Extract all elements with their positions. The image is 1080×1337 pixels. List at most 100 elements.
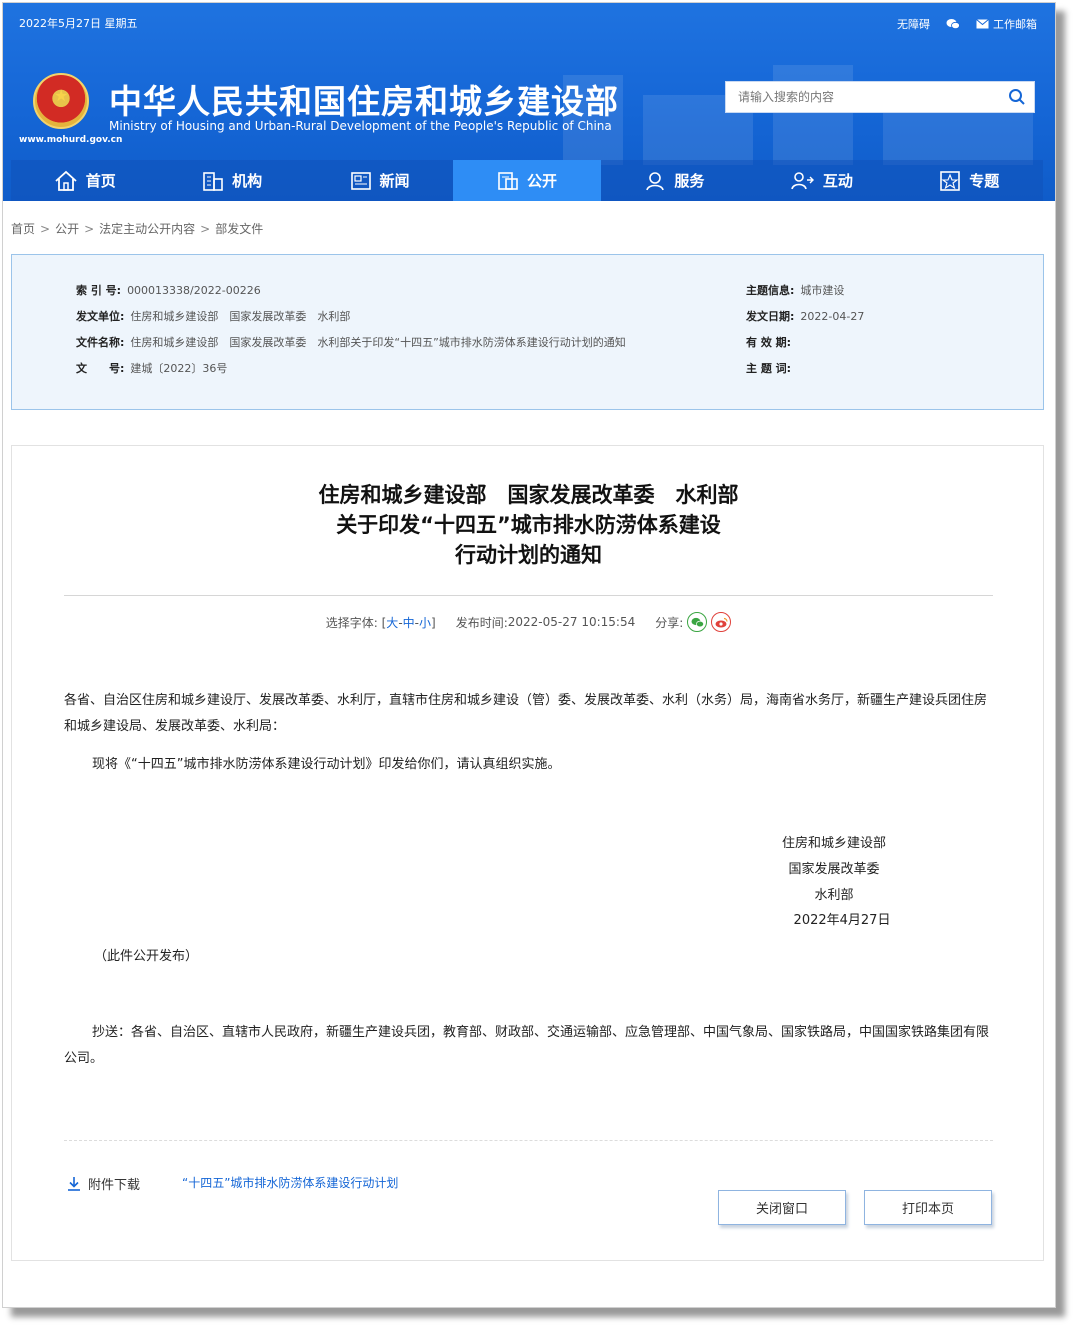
mail-link[interactable]: 工作邮箱 [976,16,1037,32]
info-value: 住房和城乡建设部 国家发展改革委 水利部关于印发“十四五”城市排水防涝体系建设行… [130,336,626,349]
home-icon [55,170,77,191]
document-info-box: 索 引 号: 000013338/2022-00226 发文单位: 住房和城乡建设部… [11,254,1044,410]
close-window-button[interactable]: 关闭窗口 [718,1190,846,1225]
search-icon [1009,89,1025,105]
breadcrumb-separator: > [200,222,211,236]
main-nav: 首页 机构 新闻 公开 服务 互动 专题 [11,160,1043,201]
info-value: 住房和城乡建设部 国家发展改革委 水利部 [130,310,351,323]
article-title-line: 行动计划的通知 [455,543,602,567]
nav-label: 首页 [85,172,116,190]
attachment-link[interactable]: “十四五”城市排水防涝体系建设行动计划 [182,1174,398,1191]
mail-icon [976,19,989,29]
user-service-icon [646,171,665,190]
info-label: 索 引 号: [76,284,122,297]
nav-item-home[interactable]: 首页 [11,160,158,201]
nav-label: 新闻 [379,172,410,190]
nav-label: 公开 [526,172,557,190]
breadcrumb-public[interactable]: 公开 [55,222,79,236]
info-label: 发文单位: [76,310,125,323]
info-document-name: 文件名称: 住房和城乡建设部 国家发展改革委 水利部关于印发“十四五”城市排水防涝… [76,334,626,350]
article-panel: 住房和城乡建设部 国家发展改革委 水利部 关于印发“十四五”城市排水防涝体系建设… [11,445,1044,1261]
download-icon [68,1176,80,1191]
publish-time: 2022-05-27 10:15:54 [507,615,636,629]
signature-line: 水利部 [814,888,854,903]
search-box [725,81,1035,113]
site-subtitle: Ministry of Housing and Urban-Rural Deve… [109,119,612,133]
title-divider [64,595,993,596]
header-date: 2022年5月27日 星期五 [19,17,138,30]
header-links: 无障碍 工作邮箱 [897,16,1037,32]
site-title: 中华人民共和国住房和城乡建设部 [109,82,619,121]
info-label: 主题信息: [746,284,795,297]
accessibility-link[interactable]: 无障碍 [897,16,930,32]
font-size-selector: 选择字体: [大-中-小] [326,614,436,631]
info-label: 文件名称: [76,336,125,349]
news-icon [350,171,371,190]
signature-line: 住房和城乡建设部 [781,836,886,851]
nav-item-news[interactable]: 新闻 [306,160,453,201]
info-keywords: 主 题 词: [746,360,797,376]
attachment-label: 附件下载 [66,1174,140,1193]
site-header: 2022年5月27日 星期五 无障碍 工作邮箱 中华人民共和国住房和城乡建设部 [3,3,1055,201]
info-label: 主 题 词: [746,362,792,375]
attachment-label-text: 附件下载 [88,1178,141,1193]
nav-item-public[interactable]: 公开 [453,160,601,201]
breadcrumb-separator: > [40,222,51,236]
public-note: （此件公开发布） [94,949,199,964]
font-medium-link[interactable]: 中 [403,616,415,630]
weibo-icon [715,617,728,627]
info-value: 000013338/2022-00226 [127,284,261,297]
breadcrumb-current[interactable]: 部发文件 [215,222,263,236]
info-topic: 主题信息: 城市建设 [746,282,844,298]
header-building-graphic [883,105,1033,165]
search-button[interactable] [1000,82,1034,112]
nav-label: 机构 [232,172,263,190]
info-doc-number: 文 号: 建城〔2022〕36号 [76,360,227,376]
nav-label: 互动 [822,172,853,190]
font-large-link[interactable]: 大 [386,616,398,630]
star-icon [940,170,961,191]
nav-item-interaction[interactable]: 互动 [748,160,895,201]
share-weibo-button[interactable] [711,612,732,632]
wechat-icon [691,617,704,627]
search-input[interactable] [726,90,1000,104]
nav-label: 专题 [969,172,1000,190]
publish-label: 发布时间: [455,615,508,630]
building-icon [203,171,223,191]
share-label: 分享: [655,615,684,630]
national-emblem-logo [33,73,89,129]
print-page-button[interactable]: 打印本页 [864,1190,992,1225]
info-label: 有 效 期: [746,336,792,349]
nav-item-organization[interactable]: 机构 [158,160,305,201]
accessibility-label: 无障碍 [897,18,930,31]
breadcrumb-home[interactable]: 首页 [11,222,35,236]
article-cc: 抄送：各省、自治区、直辖市人民政府，新疆生产建设兵团，教育部、财政部、交通运输部… [64,1025,990,1066]
info-date: 发文日期: 2022-04-27 [746,308,864,324]
info-validity: 有 效 期: [746,334,797,350]
info-value: 2022-04-27 [800,310,865,323]
info-value: 建城〔2022〕36号 [130,362,228,375]
nav-item-topics[interactable]: 专题 [896,160,1043,201]
font-bracket: ] [431,615,436,630]
breadcrumb: 首页 > 公开 > 法定主动公开内容 > 部发文件 [11,220,263,237]
wechat-link[interactable] [946,18,960,30]
font-small-link[interactable]: 小 [419,616,431,630]
article-title-line: 住房和城乡建设部 国家发展改革委 水利部 [318,483,739,507]
article-meta: 选择字体: [大-中-小] 发布时间: 2022-05-27 10:15:54 … [12,612,1045,632]
mail-label: 工作邮箱 [993,18,1037,31]
info-value: 城市建设 [800,284,845,297]
font-select-label: 选择字体: [325,615,378,630]
header-building-graphic [773,65,853,165]
article-recipients: 各省、自治区住房和城乡建设厅、发展改革委、水利厅，直辖市住房和城乡建设（管）委、… [64,693,988,734]
site-url: www.mohurd.gov.cn [19,135,123,145]
interact-icon [791,171,814,189]
wechat-icon [946,19,960,30]
nav-item-service[interactable]: 服务 [601,160,748,201]
share-wechat-button[interactable] [687,612,708,632]
breadcrumb-statutory[interactable]: 法定主动公开内容 [99,222,195,236]
info-issuer: 发文单位: 住房和城乡建设部 国家发展改革委 水利部 [76,308,350,324]
article-title-line: 关于印发“十四五”城市排水防涝体系建设 [336,513,721,537]
breadcrumb-separator: > [84,222,95,236]
info-label: 发文日期: [746,310,795,323]
info-index: 索 引 号: 000013338/2022-00226 [76,282,261,298]
